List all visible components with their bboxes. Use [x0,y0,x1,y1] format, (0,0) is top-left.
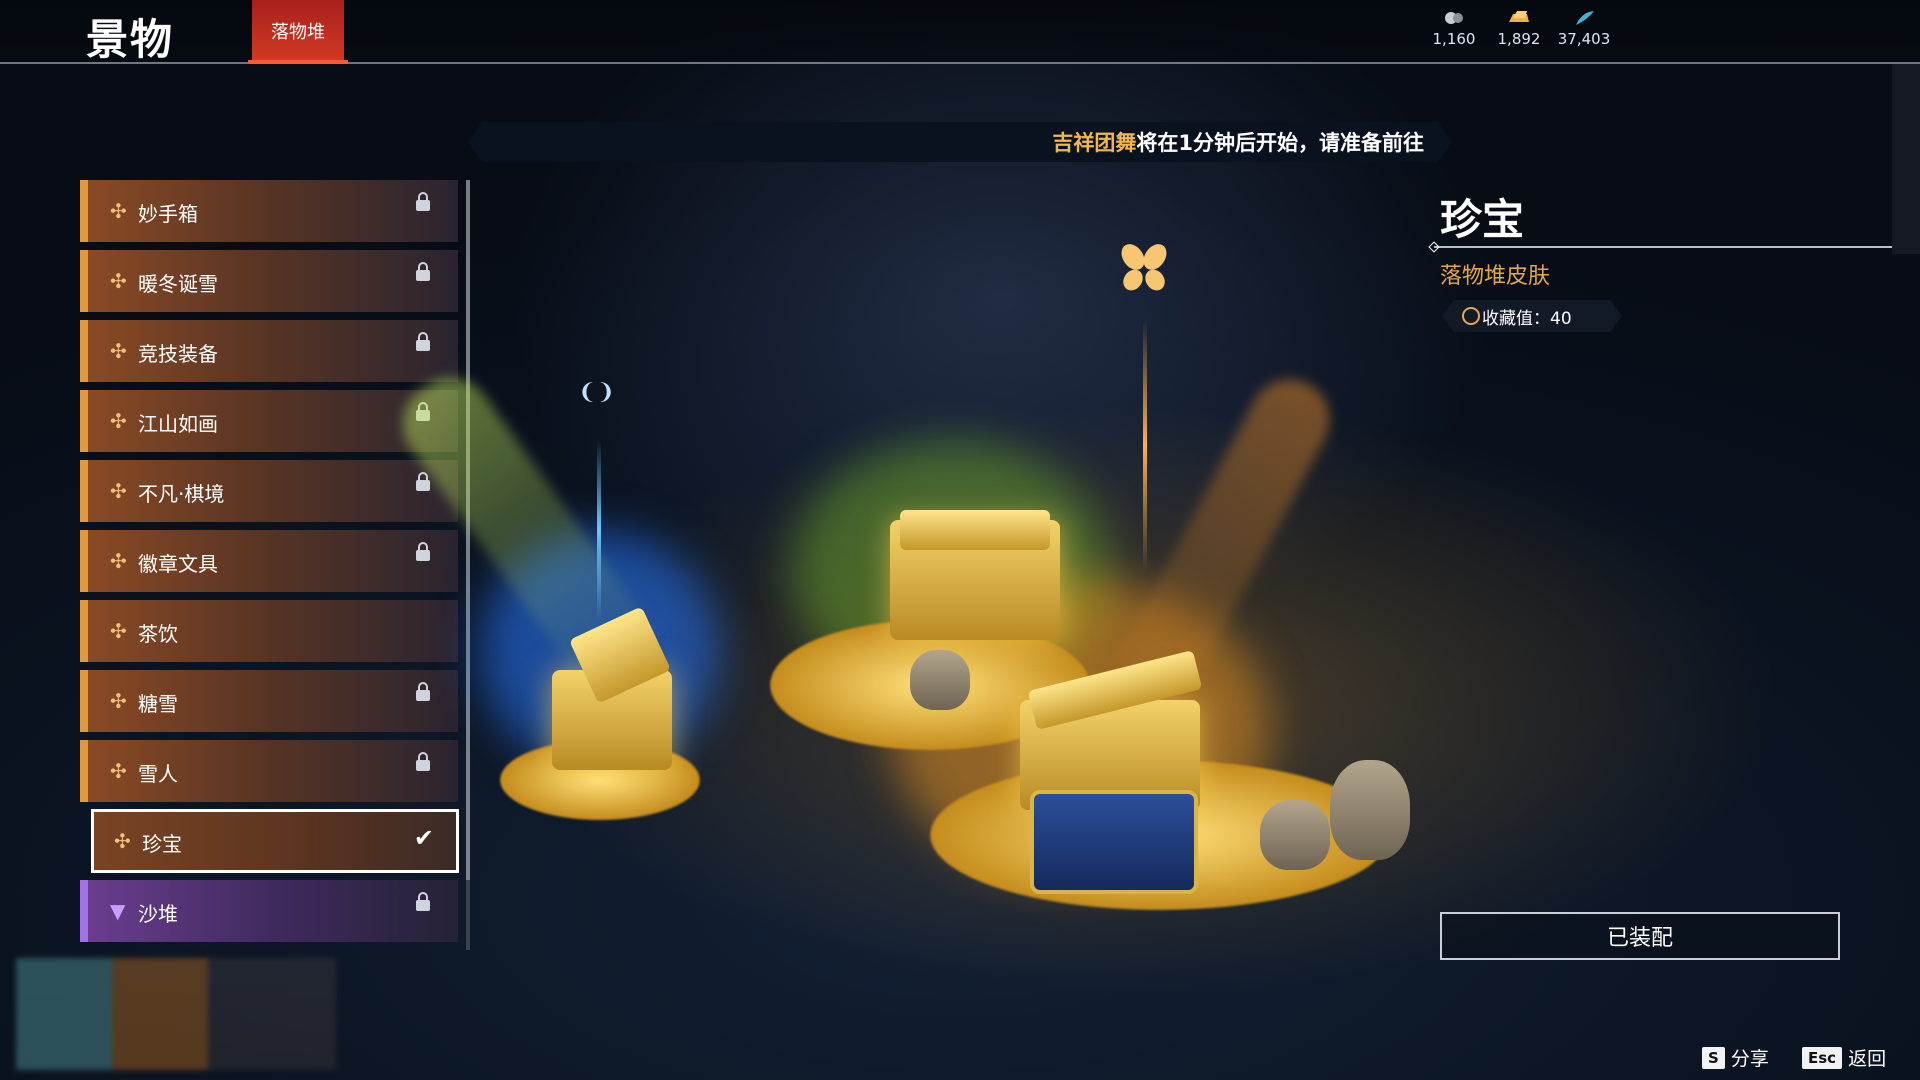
list-item[interactable]: ✣ 雪人 [80,740,458,802]
event-announcement-banner: 吉祥团舞 将在1分钟后开始，请准备前往 [468,122,1452,162]
purple-rarity-icon: ▼ [110,899,126,923]
list-item[interactable]: ▼ 沙堆 [80,880,458,942]
share-label: 分享 [1730,1048,1769,1070]
feather-currency-icon [1576,11,1594,25]
check-icon: ✔ [413,824,434,852]
list-item-label: 雪人 [138,762,178,786]
collection-icon [1462,307,1480,325]
currency-gold-value: 1,892 [1497,30,1541,48]
gold-rarity-icon: ✣ [110,689,127,713]
blurred-player-avatar [16,958,336,1070]
blue-treasure-chest [1030,790,1198,894]
list-item-label: 珍宝 [142,832,182,856]
list-item-label: 糖雪 [138,692,178,716]
butterfly-icon-gold [1116,240,1172,296]
lock-icon [416,262,430,282]
list-item[interactable]: ✣ 竞技装备 [80,320,458,382]
list-item-label: 妙手箱 [138,202,198,226]
lock-icon [416,472,430,492]
currency-orb: 1,160 [1424,10,1484,48]
gold-rarity-icon: ✣ [110,269,127,293]
share-key: S [1702,1046,1725,1069]
tab-drop-pile[interactable]: 落物堆 [248,0,348,64]
share-hint[interactable]: S 分享 [1702,1044,1769,1071]
item-name: 珍宝 [1440,195,1525,244]
list-item-label: 茶饮 [138,622,178,646]
collection-value-badge: 收藏值：40 [1442,300,1622,332]
lock-icon [416,892,430,912]
currency-gold: 1,892 [1489,10,1549,48]
back-hint[interactable]: Esc 返回 [1802,1044,1886,1071]
event-name: 吉祥团舞 [1052,131,1137,155]
list-item[interactable]: ✣ 江山如画 [80,390,458,452]
skin-list: ✣ 妙手箱 ✣ 暖冬诞雪 ✣ 竞技装备 ✣ 江山如画 ✣ 不凡·棋境 ✣ 徽章文具 ✣ 茶饮 ✣ 糖雪 ✣ 雪人 ✣… [80,180,460,950]
item-name-divider [1434,246,1892,248]
lock-icon [416,192,430,212]
currency-feather-value: 37,403 [1557,30,1611,48]
gold-rarity-icon: ✣ [110,549,127,573]
preview-scene[interactable]: ❨❩ [386,200,1430,940]
back-label: 返回 [1848,1048,1887,1070]
lock-icon [416,752,430,772]
gold-bar-currency-icon [1509,11,1529,22]
list-item-label: 暖冬诞雪 [138,272,218,296]
currency-orb-value: 1,160 [1432,30,1476,48]
currency-feather: 37,403 [1554,10,1614,48]
list-item[interactable]: ✣ 茶饮 [80,600,458,662]
lock-icon [416,682,430,702]
gold-rarity-icon: ✣ [110,199,127,223]
lock-icon [416,542,430,562]
list-item[interactable]: ✣ 糖雪 [80,670,458,732]
butterfly-icon-blue: ❨❩ [578,380,615,405]
blue-spark-beam [597,440,601,620]
orb-currency-icon [1445,12,1463,24]
gold-rarity-icon: ✣ [114,829,131,853]
orange-spark-beam [1143,320,1147,570]
list-item-label: 徽章文具 [138,552,218,576]
item-subtype: 落物堆皮肤 [1440,264,1551,289]
event-message: 将在1分钟后开始，请准备前往 [1136,131,1424,155]
gold-rarity-icon: ✣ [110,339,127,363]
large-chest-lid [900,510,1050,550]
right-edge-scroll-hint [1892,64,1920,254]
gold-rarity-icon: ✣ [110,409,127,433]
list-item-label: 不凡·棋境 [138,482,225,506]
list-item[interactable]: ✣ 珍宝 ✔ [91,809,459,873]
list-item-label: 沙堆 [138,902,178,926]
collection-value-text: 收藏值：40 [1482,308,1572,329]
list-item-label: 竞技装备 [138,342,218,366]
money-sack-icon [1330,760,1410,860]
list-item[interactable]: ✣ 妙手箱 [80,180,458,242]
list-item-label: 江山如画 [138,412,218,436]
list-item[interactable]: ✣ 不凡·棋境 [80,460,458,522]
gold-rarity-icon: ✣ [110,619,127,643]
list-item[interactable]: ✣ 暖冬诞雪 [80,250,458,312]
equipped-button[interactable]: 已装配 [1440,912,1840,960]
back-key: Esc [1802,1046,1843,1069]
page-title: 景物 [86,15,175,64]
money-sack-small-icon [1260,800,1330,870]
lock-icon [416,332,430,352]
list-item[interactable]: ✣ 徽章文具 [80,530,458,592]
gold-rarity-icon: ✣ [110,759,127,783]
gold-rarity-icon: ✣ [110,479,127,503]
pot-icon [910,650,970,710]
